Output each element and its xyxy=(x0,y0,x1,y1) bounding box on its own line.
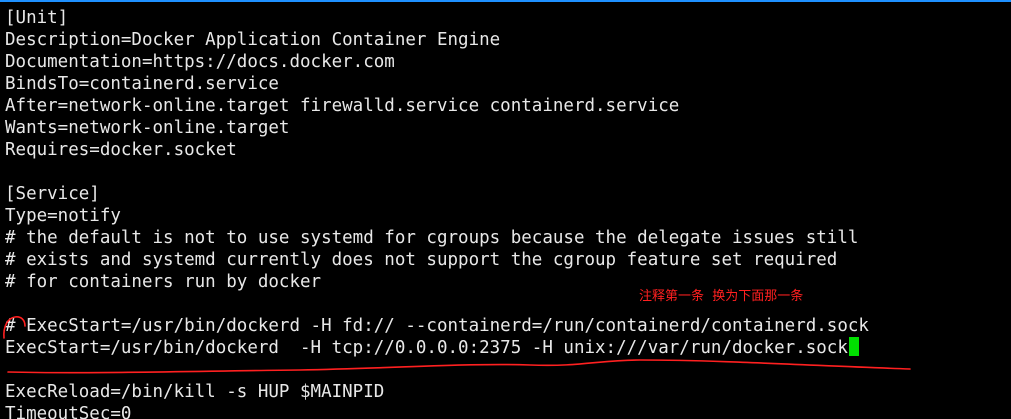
commented-execstart-line: # ExecStart=/usr/bin/dockerd -H fd:// --… xyxy=(5,316,869,336)
new-execstart-line: ExecStart=/usr/bin/dockerd -H tcp://0.0.… xyxy=(5,337,869,359)
terminal-line: Description=Docker Application Container… xyxy=(5,30,501,50)
terminal-line: Type=notify xyxy=(5,206,121,226)
terminal-line: BindsTo=containerd.service xyxy=(5,74,279,94)
terminal-line: Wants=network-online.target xyxy=(5,118,290,138)
terminal-line: [Service] xyxy=(5,184,100,204)
terminal-line: Requires=docker.socket xyxy=(5,140,237,160)
terminal-line: After=network-online.target firewalld.se… xyxy=(5,96,680,116)
terminal-line: TimeoutSec=0 xyxy=(5,404,132,419)
terminal-line: ExecReload=/bin/kill -s HUP $MAINPID xyxy=(5,382,385,402)
terminal-text-area[interactable]: [Unit] Description=Docker Application Co… xyxy=(5,7,869,419)
terminal-line: [Unit] xyxy=(5,8,69,28)
new-execstart-text: ExecStart=/usr/bin/dockerd -H tcp://0.0.… xyxy=(5,338,848,358)
text-cursor xyxy=(848,337,859,356)
terminal-line: Documentation=https://docs.docker.com xyxy=(5,52,395,72)
terminal-line: # the default is not to use systemd for … xyxy=(5,228,859,248)
annotation-note: 注释第一条 换为下面那一条 xyxy=(639,289,804,304)
terminal-line: # exists and systemd currently does not … xyxy=(5,250,838,270)
window-top-border xyxy=(0,0,1011,2)
terminal-window[interactable]: [Unit] Description=Docker Application Co… xyxy=(0,0,1011,419)
